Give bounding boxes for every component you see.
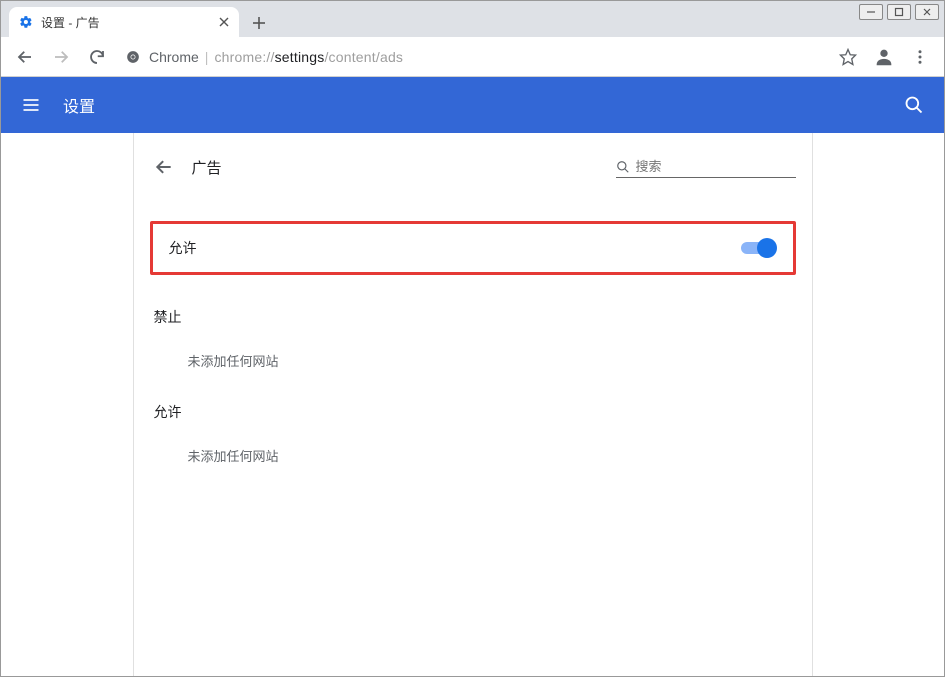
block-section-title: 禁止 bbox=[154, 307, 792, 327]
tab-close-icon[interactable] bbox=[219, 14, 229, 30]
nav-forward-button[interactable] bbox=[47, 43, 75, 71]
gear-icon bbox=[19, 15, 33, 29]
chrome-icon bbox=[125, 49, 141, 65]
allow-toggle-switch[interactable] bbox=[741, 238, 777, 258]
content-area: 广告 允许 禁止 未添加任何网站 允许 未添加任何网站 bbox=[1, 133, 944, 676]
tab-title: 设置 - 广告 bbox=[41, 14, 219, 31]
window-minimize-button[interactable] bbox=[859, 4, 883, 20]
address-bar[interactable]: Chrome | chrome://settings/content/ads bbox=[119, 42, 826, 72]
nav-reload-button[interactable] bbox=[83, 43, 111, 71]
allow-toggle-label: 允许 bbox=[169, 238, 741, 258]
window-maximize-button[interactable] bbox=[887, 4, 911, 20]
header-title: 设置 bbox=[63, 93, 95, 117]
allow-section: 允许 未添加任何网站 bbox=[150, 402, 796, 465]
kebab-menu-icon[interactable] bbox=[906, 43, 934, 71]
header-search-icon[interactable] bbox=[902, 93, 926, 117]
block-section: 禁止 未添加任何网站 bbox=[150, 307, 796, 370]
allow-section-title: 允许 bbox=[154, 402, 792, 422]
settings-card: 广告 允许 禁止 未添加任何网站 允许 未添加任何网站 bbox=[133, 133, 813, 676]
allow-empty-message: 未添加任何网站 bbox=[154, 446, 792, 465]
hamburger-menu-icon[interactable] bbox=[19, 93, 43, 117]
bookmark-star-icon[interactable] bbox=[834, 43, 862, 71]
new-tab-button[interactable] bbox=[245, 9, 273, 37]
address-separator: | bbox=[205, 49, 209, 65]
tab-strip: 设置 - 广告 bbox=[1, 1, 944, 37]
in-page-search[interactable] bbox=[616, 157, 796, 178]
back-arrow-button[interactable] bbox=[150, 153, 178, 181]
browser-toolbar: Chrome | chrome://settings/content/ads bbox=[1, 37, 944, 77]
page-title: 广告 bbox=[192, 157, 616, 178]
settings-header: 设置 bbox=[1, 77, 944, 133]
search-input[interactable] bbox=[636, 159, 812, 174]
account-icon[interactable] bbox=[870, 43, 898, 71]
allow-toggle-row: 允许 bbox=[150, 221, 796, 275]
browser-tab[interactable]: 设置 - 广告 bbox=[9, 7, 239, 37]
address-url: chrome://settings/content/ads bbox=[214, 49, 403, 65]
block-empty-message: 未添加任何网站 bbox=[154, 351, 792, 370]
window-close-button[interactable] bbox=[915, 4, 939, 20]
search-icon bbox=[616, 159, 630, 175]
address-origin-label: Chrome bbox=[149, 49, 199, 65]
nav-back-button[interactable] bbox=[11, 43, 39, 71]
